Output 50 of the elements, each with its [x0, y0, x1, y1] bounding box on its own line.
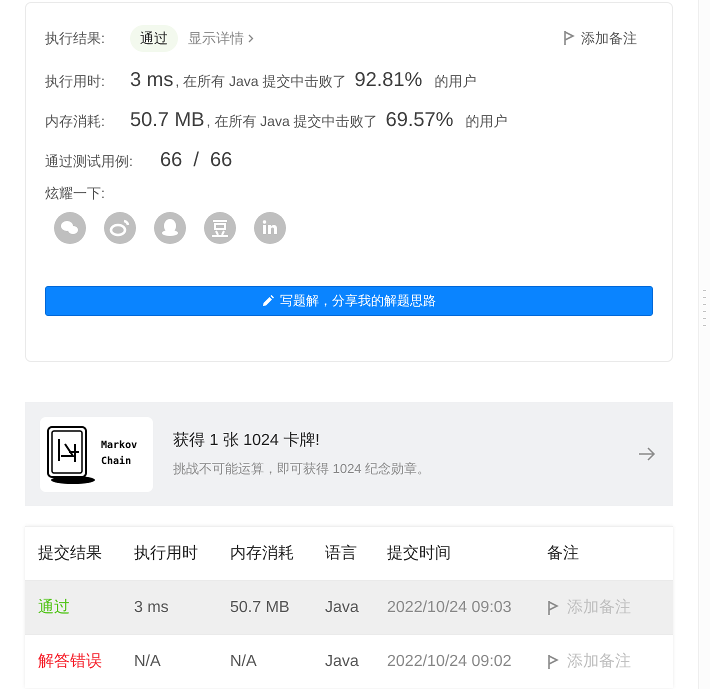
stat-label: 内存消耗:	[45, 112, 106, 131]
stat-value: 50.7 MB	[130, 108, 204, 133]
stat-suffix: 的用户	[465, 112, 508, 131]
stat-description: , 在所有 Java 提交中击败了	[206, 112, 378, 131]
table-cell-text: Java	[325, 652, 360, 672]
tests-value: 66 / 66	[160, 148, 232, 173]
column-header: 语言	[325, 544, 358, 564]
pencil-icon	[262, 295, 274, 307]
table-cell-text: 2022/10/24 09:02	[387, 652, 513, 672]
banner-title: 获得 1 张 1024 卡牌!	[173, 430, 321, 452]
tests-label: 通过测试用例:	[45, 152, 134, 171]
flag-icon	[547, 600, 559, 616]
stat-percent: 92.81%	[354, 68, 422, 93]
column-header: 提交时间	[387, 544, 452, 564]
write-solution-button[interactable]: 写题解，分享我的解题思路	[45, 286, 653, 316]
add-note-button[interactable]: 添加备注	[563, 28, 637, 48]
banner-subtitle: 挑战不可能运算，即可获得 1024 纪念勋章。	[173, 460, 430, 478]
stat-description: , 在所有 Java 提交中击败了	[175, 72, 346, 91]
chat-bubbles-icon[interactable]	[54, 212, 86, 244]
weibo-icon[interactable]	[104, 212, 136, 244]
stat-value: 3 ms	[130, 68, 174, 93]
table-cell-text: Java	[325, 598, 360, 618]
details-link[interactable]: 显示详情	[188, 28, 254, 48]
column-header: 备注	[547, 544, 580, 564]
flag-icon	[563, 30, 575, 46]
flag-icon	[547, 654, 559, 670]
linkedin-icon[interactable]	[254, 212, 286, 244]
submission-row[interactable]: 解答错误 N/A N/A Java 2022/10/24 09:02 添加备注	[25, 634, 673, 688]
stat-suffix: 的用户	[434, 72, 476, 91]
table-cell-text: N/A	[230, 652, 258, 672]
card-text: Markov	[101, 439, 138, 453]
stat-percent: 69.57%	[386, 108, 454, 133]
penguin-icon[interactable]	[154, 212, 186, 244]
table-cell-text: 3 ms	[134, 598, 170, 618]
arrow-right-icon	[638, 446, 656, 462]
status-text[interactable]: 解答错误	[38, 650, 134, 674]
column-header: 执行用时	[134, 544, 199, 564]
card-text: Chain	[101, 454, 132, 469]
status-badge: 通过	[130, 24, 178, 52]
table-cell-text: N/A	[134, 652, 162, 672]
result-label: 执行结果:	[45, 28, 106, 48]
chevron-icon	[248, 34, 254, 42]
douban-icon[interactable]	[204, 212, 236, 244]
table-cell-text: 2022/10/24 09:03	[387, 598, 513, 618]
column-header: 提交结果	[38, 544, 103, 564]
badge-banner[interactable]: Markov Chain 获得 1 张 1024 卡牌! 挑战不可能运算，即可获得 1024 纪念勋章。	[25, 402, 673, 506]
share-label: 炫耀一下:	[45, 184, 106, 203]
table-cell-text: 50.7 MB	[230, 598, 291, 618]
column-header: 内存消耗	[230, 544, 295, 564]
stat-label: 执行用时:	[45, 72, 106, 91]
